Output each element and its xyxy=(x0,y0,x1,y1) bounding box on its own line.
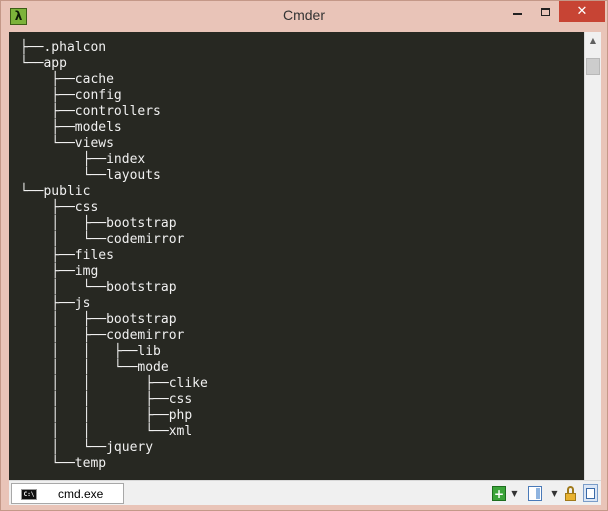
minimize-icon xyxy=(512,13,522,15)
tree-line: ├──cache xyxy=(20,72,114,87)
console-button[interactable] xyxy=(583,484,598,502)
maximize-icon xyxy=(540,7,550,16)
new-console-icon: + xyxy=(493,486,505,501)
title-bar[interactable]: λ Cmder ✕ xyxy=(1,1,607,31)
console-prompt-icon: C:\ xyxy=(21,489,37,500)
lock-icon xyxy=(567,486,574,493)
scroll-thumb[interactable] xyxy=(586,58,600,75)
tree-line: │ │ ├──php xyxy=(20,408,193,423)
scroll-up-arrow-icon[interactable]: ▲ xyxy=(585,32,601,49)
tree-line: └──temp xyxy=(20,456,107,471)
tree-line: │ ├──bootstrap xyxy=(20,312,177,327)
tree-line: └──layouts xyxy=(20,168,161,183)
tree-line: │ └──jquery xyxy=(20,440,154,455)
terminal-console[interactable]: ├──.phalcon └──app ├──cache ├──config ├──… xyxy=(9,32,584,480)
tree-line: │ │ └──mode xyxy=(20,360,169,375)
tree-line: └──app xyxy=(20,56,67,71)
maximize-button[interactable] xyxy=(531,1,559,22)
tree-line: └──public xyxy=(20,184,91,199)
console-icon xyxy=(586,487,595,499)
tree-line: │ ├──codemirror xyxy=(20,328,185,343)
tree-line: ├──files xyxy=(20,248,114,263)
view-dropdown-icon[interactable]: ▼ xyxy=(550,486,559,501)
tree-line: ├──js xyxy=(20,296,91,311)
lock-body xyxy=(565,493,576,501)
tree-line: │ └──bootstrap xyxy=(20,280,177,295)
tree-line: ├──models xyxy=(20,120,122,135)
close-button[interactable]: ✕ xyxy=(559,1,605,22)
tree-line: ├──controllers xyxy=(20,104,161,119)
close-icon: ✕ xyxy=(576,4,588,19)
status-bar: C:\ cmd.exe + ▼ ▼ xyxy=(9,480,601,505)
new-console-dropdown-icon[interactable]: ▼ xyxy=(510,486,519,501)
minimize-button[interactable] xyxy=(503,1,531,22)
tree-line: │ ├──bootstrap xyxy=(20,216,177,231)
cmder-window: λ Cmder ✕ ├──.phalcon └──app ├──cache ├──… xyxy=(0,0,608,511)
tree-line: ├──.phalcon xyxy=(20,40,107,55)
tab-cmd-exe[interactable]: C:\ cmd.exe xyxy=(11,483,124,504)
lock-button[interactable] xyxy=(564,486,577,501)
view-button[interactable] xyxy=(528,486,542,501)
tree-line: │ │ ├──lib xyxy=(20,344,161,359)
tree-line: │ │ ├──clike xyxy=(20,376,208,391)
tree-line: │ │ ├──css xyxy=(20,392,193,407)
tree-line: ├──img xyxy=(20,264,99,279)
tree-line: │ └──codemirror xyxy=(20,232,185,247)
tree-line: │ │ └──xml xyxy=(20,424,193,439)
tree-line: └──views xyxy=(20,136,114,151)
view-icon xyxy=(535,488,540,499)
new-console-button[interactable]: + xyxy=(492,486,506,501)
tree-line: ├──index xyxy=(20,152,146,167)
vertical-scrollbar[interactable]: ▲ xyxy=(584,32,601,480)
tab-label: cmd.exe xyxy=(58,487,104,501)
tree-line: ├──config xyxy=(20,88,122,103)
tree-line: ├──css xyxy=(20,200,99,215)
